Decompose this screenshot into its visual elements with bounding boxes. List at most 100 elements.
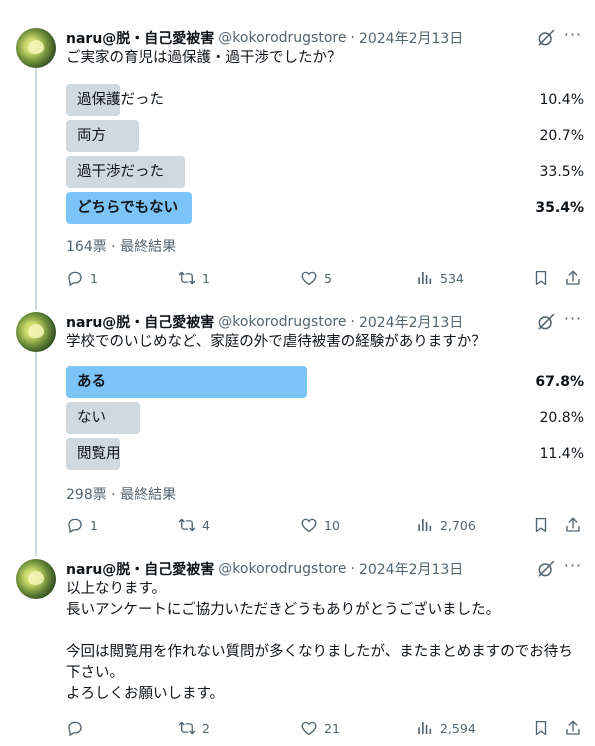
poll-option-label: 過保護だった	[77, 92, 164, 108]
author-handle[interactable]: @kokorodrugstore	[218, 30, 346, 46]
views-button[interactable]: 534	[416, 268, 464, 288]
views-count: 534	[440, 270, 464, 286]
poll-option: ある 67.8%	[66, 366, 584, 398]
avatar[interactable]	[16, 559, 56, 599]
reply-button[interactable]: 1	[66, 268, 98, 288]
poll-option-percent: 10.4%	[539, 92, 584, 108]
poll-option-percent: 11.4%	[539, 446, 584, 462]
poll-meta: 298票 · 最終結果	[66, 487, 177, 503]
views-icon	[416, 719, 440, 737]
poll-option: 閲覧用 11.4%	[66, 438, 584, 470]
tweet-text: ご実家の育児は過保護・過干渉でしたか？	[66, 50, 342, 66]
poll-option-percent: 67.8%	[535, 374, 584, 390]
share-button[interactable]	[564, 515, 588, 535]
author-handle[interactable]: @kokorodrugstore	[218, 561, 346, 577]
views-icon	[416, 516, 440, 534]
share-icon	[564, 516, 588, 534]
repost-button[interactable]: 1	[178, 268, 210, 288]
bookmark-button[interactable]	[532, 515, 556, 535]
separator-dot: ·	[350, 561, 355, 577]
poll-option: 過干渉だった 33.5%	[66, 156, 584, 188]
tweet-date[interactable]: 2024年2月13日	[359, 28, 463, 48]
bookmark-icon	[532, 719, 556, 737]
replies-count: 1	[90, 517, 98, 533]
share-icon	[564, 269, 588, 287]
thread-line	[35, 60, 37, 310]
reposts-count: 2	[202, 720, 210, 736]
reposts-count: 1	[202, 270, 210, 286]
grok-icon[interactable]	[536, 559, 556, 579]
views-icon	[416, 269, 440, 287]
repost-button[interactable]: 2	[178, 718, 210, 738]
poll-option-label: ある	[77, 374, 106, 390]
share-icon	[564, 719, 588, 737]
poll-option: 両方 20.7%	[66, 120, 584, 152]
heart-icon	[300, 719, 324, 737]
author-name[interactable]: naru@脱・自己愛被害	[66, 559, 214, 579]
like-button[interactable]: 21	[300, 718, 340, 738]
grok-icon[interactable]	[536, 28, 556, 48]
poll-option-percent: 35.4%	[535, 200, 584, 216]
reply-button[interactable]	[66, 718, 90, 738]
action-bar: 2 21 2,594	[66, 718, 586, 738]
poll-option-label: 過干渉だった	[77, 164, 164, 180]
bookmark-button[interactable]	[532, 718, 556, 738]
reply-button[interactable]: 1	[66, 515, 98, 535]
reply-icon	[66, 516, 90, 534]
poll-option-label: ない	[77, 410, 106, 426]
grok-icon[interactable]	[536, 312, 556, 332]
poll-option: 過保護だった 10.4%	[66, 84, 584, 116]
heart-icon	[300, 516, 324, 534]
like-button[interactable]: 5	[300, 268, 332, 288]
author-name[interactable]: naru@脱・自己愛被害	[66, 312, 214, 332]
likes-count: 5	[324, 270, 332, 286]
share-button[interactable]	[564, 268, 588, 288]
separator-dot: ·	[350, 314, 355, 330]
thread-line	[35, 344, 37, 556]
author-name[interactable]: naru@脱・自己愛被害	[66, 28, 214, 48]
views-count: 2,706	[440, 517, 476, 533]
share-button[interactable]	[564, 718, 588, 738]
poll-option-percent: 20.7%	[539, 128, 584, 144]
separator-dot: ·	[350, 30, 355, 46]
tweet-header: naru@脱・自己愛被害 @kokorodrugstore · 2024年2月13日	[66, 559, 463, 579]
tweet-text: 以上なります。 長いアンケートにご協力いただきどうもありがとうございました。 今…	[66, 581, 573, 702]
author-handle[interactable]: @kokorodrugstore	[218, 314, 346, 330]
heart-icon	[300, 269, 324, 287]
more-icon[interactable]: ···	[563, 27, 583, 48]
poll-option: どちらでもない 35.4%	[66, 192, 584, 224]
tweet-date[interactable]: 2024年2月13日	[359, 312, 463, 332]
avatar[interactable]	[16, 312, 56, 352]
replies-count: 1	[90, 270, 98, 286]
poll-option-label: 閲覧用	[77, 446, 121, 462]
poll-option-label: どちらでもない	[77, 200, 179, 216]
views-count: 2,594	[440, 720, 476, 736]
poll-option: ない 20.8%	[66, 402, 584, 434]
action-bar: 1 1 5 534	[66, 268, 586, 288]
repost-icon	[178, 269, 202, 287]
like-button[interactable]: 10	[300, 515, 340, 535]
bookmark-button[interactable]	[532, 268, 556, 288]
reposts-count: 4	[202, 517, 210, 533]
repost-button[interactable]: 4	[178, 515, 210, 535]
tweet-text: 学校でのいじめなど、家庭の外で虐待被害の経験がありますか？	[66, 334, 486, 350]
poll-meta: 164票 · 最終結果	[66, 239, 177, 255]
repost-icon	[178, 719, 202, 737]
repost-icon	[178, 516, 202, 534]
bookmark-icon	[532, 516, 556, 534]
views-button[interactable]: 2,594	[416, 718, 476, 738]
bookmark-icon	[532, 269, 556, 287]
likes-count: 21	[324, 720, 340, 736]
views-button[interactable]: 2,706	[416, 515, 476, 535]
tweet-header: naru@脱・自己愛被害 @kokorodrugstore · 2024年2月13日	[66, 28, 463, 48]
poll-option-percent: 33.5%	[539, 164, 584, 180]
likes-count: 10	[324, 517, 340, 533]
reply-icon	[66, 269, 90, 287]
more-icon[interactable]: ···	[563, 558, 583, 579]
more-icon[interactable]: ···	[563, 311, 583, 332]
tweet-header: naru@脱・自己愛被害 @kokorodrugstore · 2024年2月13日	[66, 312, 463, 332]
poll-option-percent: 20.8%	[539, 410, 584, 426]
avatar[interactable]	[16, 28, 56, 68]
tweet-date[interactable]: 2024年2月13日	[359, 559, 463, 579]
action-bar: 1 4 10 2,706	[66, 515, 586, 535]
